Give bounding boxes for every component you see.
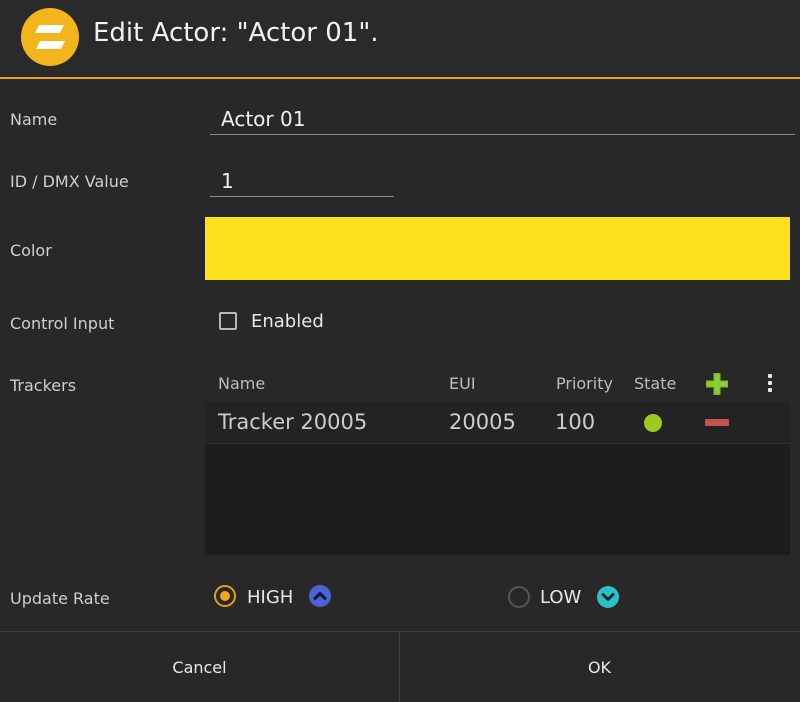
update-rate-high-label[interactable]: HIGH [247,587,293,608]
id-label: ID / DMX Value [10,172,129,191]
column-header-name: Name [218,374,266,393]
control-input-label: Control Input [10,314,115,333]
update-rate-high-radio[interactable] [214,585,236,607]
column-header-eui: EUI [449,374,476,393]
update-rate-low-label[interactable]: LOW [540,587,581,608]
dialog-title: Edit Actor: "Actor 01". [93,18,379,48]
tracker-state-indicator [644,414,662,432]
name-label: Name [10,110,58,129]
dialog-footer: Cancel OK [0,631,800,702]
dialog-header: Edit Actor: "Actor 01". [0,0,800,79]
add-tracker-button[interactable] [705,372,729,396]
tracker-name-cell: Tracker 20005 [218,410,368,434]
update-rate-low-radio[interactable] [508,586,530,608]
trackers-menu-button[interactable] [763,372,777,396]
trackers-label: Trackers [10,376,77,395]
trackers-table: Tracker 20005 20005 100 [205,402,790,555]
color-picker-swatch[interactable] [205,217,790,280]
control-input-checkbox[interactable] [219,312,237,330]
update-rate-label: Update Rate [10,589,110,608]
kebab-menu-icon [763,374,777,392]
ok-button[interactable]: OK [400,632,799,702]
column-header-priority: Priority [556,374,613,393]
color-label: Color [10,241,52,260]
tracker-eui-cell: 20005 [449,410,516,434]
column-header-state: State [634,374,677,393]
name-input[interactable] [210,103,795,135]
table-row[interactable]: Tracker 20005 20005 100 [205,402,790,444]
enabled-checkbox-label[interactable]: Enabled [251,311,324,332]
app-logo-icon [21,8,79,66]
plus-icon [706,373,728,395]
chevron-down-circle-icon [597,586,619,608]
chevron-up-circle-icon [309,585,331,607]
remove-tracker-button[interactable] [705,419,729,426]
id-dmx-input[interactable] [210,165,394,197]
tracker-priority-cell: 100 [555,410,596,434]
cancel-button[interactable]: Cancel [0,632,399,702]
